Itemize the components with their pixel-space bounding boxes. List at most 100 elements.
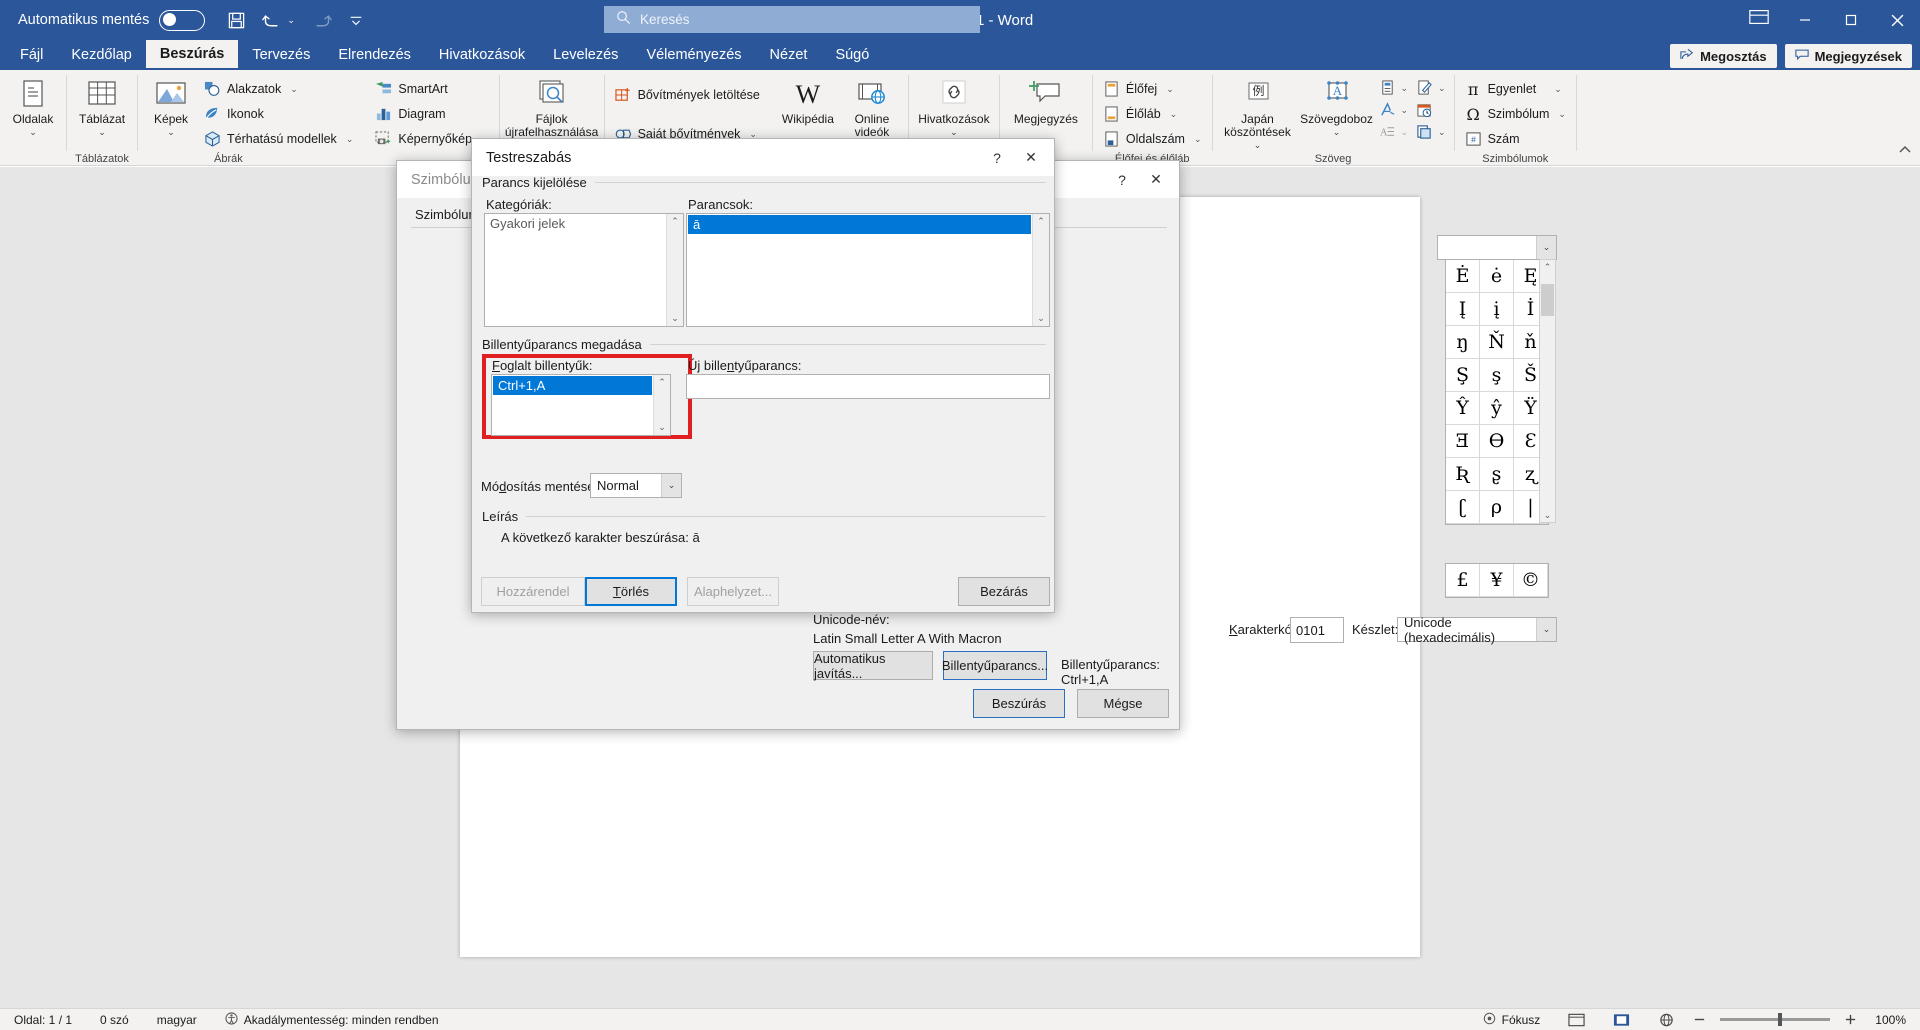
chevron-down-icon[interactable]: ⌄ [1166,84,1174,95]
symbol-cell[interactable]: Ň [1480,326,1514,359]
symbol-cell[interactable]: ʗ [1446,491,1480,524]
chevron-down-icon[interactable]: ⌄ [1333,128,1341,137]
status-focus[interactable]: Fókusz [1469,1012,1555,1028]
quick-access-toolbar[interactable]: ⌄ [227,11,364,30]
chevron-down-icon[interactable]: ⌄ [98,128,106,137]
current-key-item-selected[interactable]: Ctrl+1,A [493,376,652,395]
table-button[interactable]: Táblázat ⌄ [73,74,131,139]
zoom-slider[interactable] [1720,1013,1831,1026]
date-time-button[interactable] [1414,100,1448,120]
chevron-down-icon[interactable]: ⌄ [1558,109,1566,120]
remove-button[interactable]: Törlés [585,577,677,606]
tab-beszuras[interactable]: Beszúrás [145,40,239,70]
symbol-cell[interactable]: Ė [1446,260,1480,293]
scroll-up-arrow-icon[interactable]: ⌃ [1037,216,1045,227]
scroll-down-arrow-icon[interactable]: ⌄ [1037,313,1045,324]
equation-button[interactable]: π Egyenlet ⌄ [1461,78,1570,100]
search-box[interactable]: Keresés [604,6,980,33]
symbol-cancel-button[interactable]: Mégse [1077,689,1169,718]
chevron-down-icon[interactable]: ⌄ [1401,105,1409,116]
command-item-selected[interactable]: ā [688,215,1031,234]
wikipedia-button[interactable]: W Wikipédia [776,74,840,129]
status-accessibility[interactable]: Akadálymentesség: minden rendben [211,1011,453,1028]
category-item[interactable]: Gyakori jelek [485,214,683,233]
tab-fajl[interactable]: Fájl [6,40,57,70]
scroll-up-arrow-icon[interactable]: ⌃ [658,377,666,388]
chevron-down-icon[interactable]: ⌄ [1170,109,1178,120]
save-changes-combo[interactable]: Normal ⌄ [590,473,682,498]
commands-listbox[interactable]: ā ⌃ ⌄ [686,213,1050,327]
zoom-slider-knob[interactable] [1778,1013,1783,1026]
symbol-cell[interactable]: £ [1446,564,1480,597]
symbol-cell[interactable]: Ŷ [1446,392,1480,425]
reuse-files-button[interactable]: Fájlok újrafelhasználása [505,74,598,142]
zoom-out-button[interactable] [1689,1013,1710,1026]
symbol-dialog-close-button[interactable]: ✕ [1139,166,1173,194]
autocorrect-button[interactable]: Automatikus javítás... [813,651,933,681]
scroll-down-arrow-icon[interactable]: ⌄ [671,313,679,324]
symbol-cell[interactable]: Į [1446,293,1480,326]
symbol-cell[interactable]: ʂ [1480,458,1514,491]
symbol-grid-right[interactable]: Ė ė Ę Į į İ ŋ Ň ň Ş ş Š Ŷ ŷ Ÿ Ǝ Ɵ Ɛ Ʀ ʂ … [1445,259,1549,525]
current-keys-listbox[interactable]: Ctrl+1,A ⌃ ⌄ [491,374,671,436]
chevron-down-icon[interactable]: ⌄ [29,128,37,137]
zoom-in-button[interactable] [1840,1013,1861,1026]
chevron-down-icon[interactable]: ⌄ [290,84,298,95]
symbol-cell[interactable]: ρ [1480,491,1514,524]
symbol-cell[interactable]: ş [1480,359,1514,392]
symbol-cell[interactable]: Ş [1446,359,1480,392]
symbol-button[interactable]: Ω Szimbólum ⌄ [1461,103,1570,125]
page-number-button[interactable]: Oldalszám ⌄ [1099,128,1206,150]
undo-dropdown-icon[interactable]: ⌄ [287,15,295,26]
symbol-currency-grid[interactable]: £ ¥ © [1445,563,1549,598]
current-keys-scrollbar[interactable]: ⌃ ⌄ [653,375,670,435]
comments-button[interactable]: Megjegyzések [1784,44,1912,68]
wordart-button[interactable]: ⌄ [1377,100,1411,120]
shortcut-key-button[interactable]: Billentyűparancs... [942,651,1048,680]
tab-levelezes[interactable]: Levelezés [539,40,632,70]
symbol-charcode-input[interactable]: 0101 [1290,617,1344,643]
chevron-down-icon[interactable]: ⌄ [1536,236,1556,259]
scroll-down-arrow-icon[interactable]: ⌄ [1540,508,1555,522]
tab-velemenyezes[interactable]: Véleményezés [632,40,755,70]
japanese-greetings-button[interactable]: 例 Japán köszöntések ⌄ [1219,74,1297,152]
customize-dialog-titlebar[interactable]: Testreszabás ? ✕ [472,139,1054,176]
window-controls[interactable] [1782,0,1920,40]
links-button[interactable]: Hivatkozások ⌄ [915,74,993,139]
tab-hivatkozasok[interactable]: Hivatkozások [425,40,539,70]
commands-scrollbar[interactable]: ⌃ ⌄ [1032,214,1049,326]
insert-button[interactable]: Beszúrás [973,689,1065,718]
customize-dialog-close-button[interactable]: ✕ [1014,144,1048,172]
shapes-button[interactable]: Alakzatok ⌄ [200,78,357,100]
chevron-down-icon[interactable]: ⌄ [1194,134,1202,145]
chevron-down-icon[interactable]: ⌄ [1554,84,1562,95]
minimize-button[interactable] [1782,0,1828,40]
view-web-layout-button[interactable] [1644,1013,1689,1027]
tab-nezet[interactable]: Nézet [756,40,822,70]
chevron-down-icon[interactable]: ⌄ [1438,83,1446,94]
smartart-button[interactable]: SmartArt [371,78,492,100]
scroll-down-arrow-icon[interactable]: ⌄ [658,422,666,433]
online-video-button[interactable]: Online videók [842,74,902,142]
zoom-level[interactable]: 100% [1861,1013,1920,1027]
header-button[interactable]: Élőfej ⌄ [1099,78,1206,100]
symbol-dialog-help-button[interactable]: ? [1105,166,1139,194]
number-button[interactable]: # Szám [1461,128,1570,150]
symbol-cell[interactable]: ¥ [1480,564,1514,597]
autosave-toggle[interactable] [159,9,206,31]
get-addins-button[interactable]: Bővítmények letöltése [611,84,764,106]
status-language[interactable]: magyar [143,1013,211,1027]
share-button[interactable]: Megosztás [1670,44,1777,68]
scroll-up-arrow-icon[interactable]: ⌃ [671,216,679,227]
symbol-from-combo[interactable]: Unicode (hexadecimális) ⌄ [1397,615,1557,645]
categories-scrollbar[interactable]: ⌃ ⌄ [666,214,683,326]
categories-listbox[interactable]: Gyakori jelek ⌃ ⌄ [484,213,684,327]
scroll-up-arrow-icon[interactable]: ⌃ [1540,260,1555,274]
view-print-layout-button[interactable] [1554,1013,1599,1027]
chevron-down-icon[interactable]: ⌄ [1254,141,1262,150]
tab-kezdolap[interactable]: Kezdőlap [57,40,145,70]
text-box-button[interactable]: A Szövegdoboz ⌄ [1299,74,1375,139]
new-comment-button[interactable]: Megjegyzés [1006,74,1086,129]
chart-button[interactable]: Diagram [371,103,492,125]
undo-icon[interactable] [262,11,283,30]
